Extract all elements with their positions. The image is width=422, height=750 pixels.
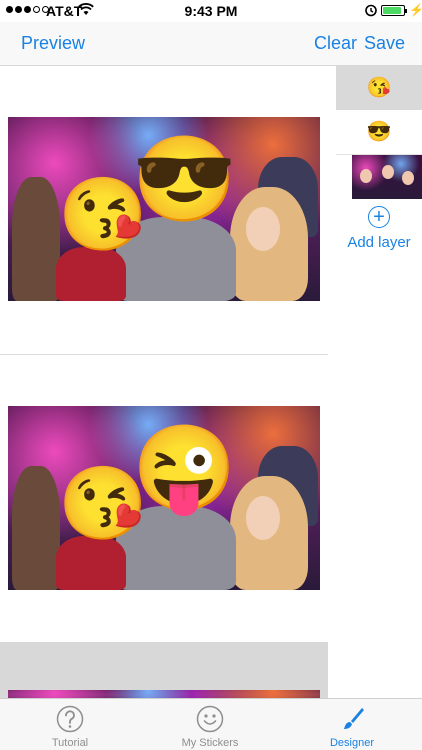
clear-button[interactable]: Clear: [314, 33, 357, 54]
battery-icon: [381, 5, 407, 16]
alarm-icon: [364, 3, 378, 20]
layer-item-sunglasses[interactable]: 😎: [336, 110, 422, 155]
party-photo[interactable]: [8, 690, 320, 698]
layer-item-background-photo[interactable]: [336, 155, 422, 201]
tab-my-stickers[interactable]: My Stickers: [140, 699, 280, 750]
charging-icon: ⚡: [409, 3, 422, 17]
layer-item-kiss[interactable]: 😘: [336, 66, 422, 110]
design-cell[interactable]: 😜 😘: [0, 354, 328, 643]
smiley-face-icon: [196, 705, 224, 733]
photo-thumbnail: [352, 155, 422, 199]
tab-label: Designer: [329, 737, 375, 749]
kiss-emoji-sticker[interactable]: 😘: [58, 179, 148, 251]
tab-bar: Tutorial My Stickers Designer: [0, 698, 422, 750]
save-button[interactable]: Save: [364, 33, 405, 54]
design-list[interactable]: 😎 😘 😜 😘: [0, 66, 328, 698]
tab-label: Tutorial: [51, 737, 89, 749]
add-layer-label: Add layer: [347, 234, 411, 251]
tab-tutorial[interactable]: Tutorial: [0, 699, 140, 750]
screen: AT&T 9:43 PM ⚡ Preview Clear Save 😎 😘 😜 …: [0, 0, 422, 750]
kiss-emoji-sticker[interactable]: 😘: [58, 468, 148, 540]
plus-circle-icon: +: [368, 206, 390, 228]
winking-tongue-emoji-sticker[interactable]: 😜: [132, 426, 237, 510]
tab-label: My Stickers: [181, 737, 239, 749]
clock: 9:43 PM: [184, 3, 238, 19]
preview-button[interactable]: Preview: [21, 33, 85, 54]
party-photo[interactable]: 😜 😘: [8, 406, 320, 590]
add-layer-button[interactable]: + Add layer: [336, 206, 422, 251]
design-cell[interactable]: 😎 😘: [0, 66, 328, 354]
layers-sidebar: 😘 😎 + Add layer: [336, 66, 422, 698]
status-bar: AT&T 9:43 PM ⚡: [0, 0, 422, 22]
kiss-emoji-icon: 😘: [366, 77, 392, 99]
party-photo[interactable]: 😎 😘: [8, 117, 320, 301]
navigation-bar: Preview Clear Save: [0, 22, 422, 66]
design-cell[interactable]: [0, 642, 328, 698]
sunglasses-emoji-icon: 😎: [366, 121, 392, 143]
sunglasses-emoji-sticker[interactable]: 😎: [132, 137, 237, 221]
tab-designer[interactable]: Designer: [282, 699, 422, 750]
paintbrush-icon: [338, 705, 366, 733]
question-mark-icon: [56, 705, 84, 733]
